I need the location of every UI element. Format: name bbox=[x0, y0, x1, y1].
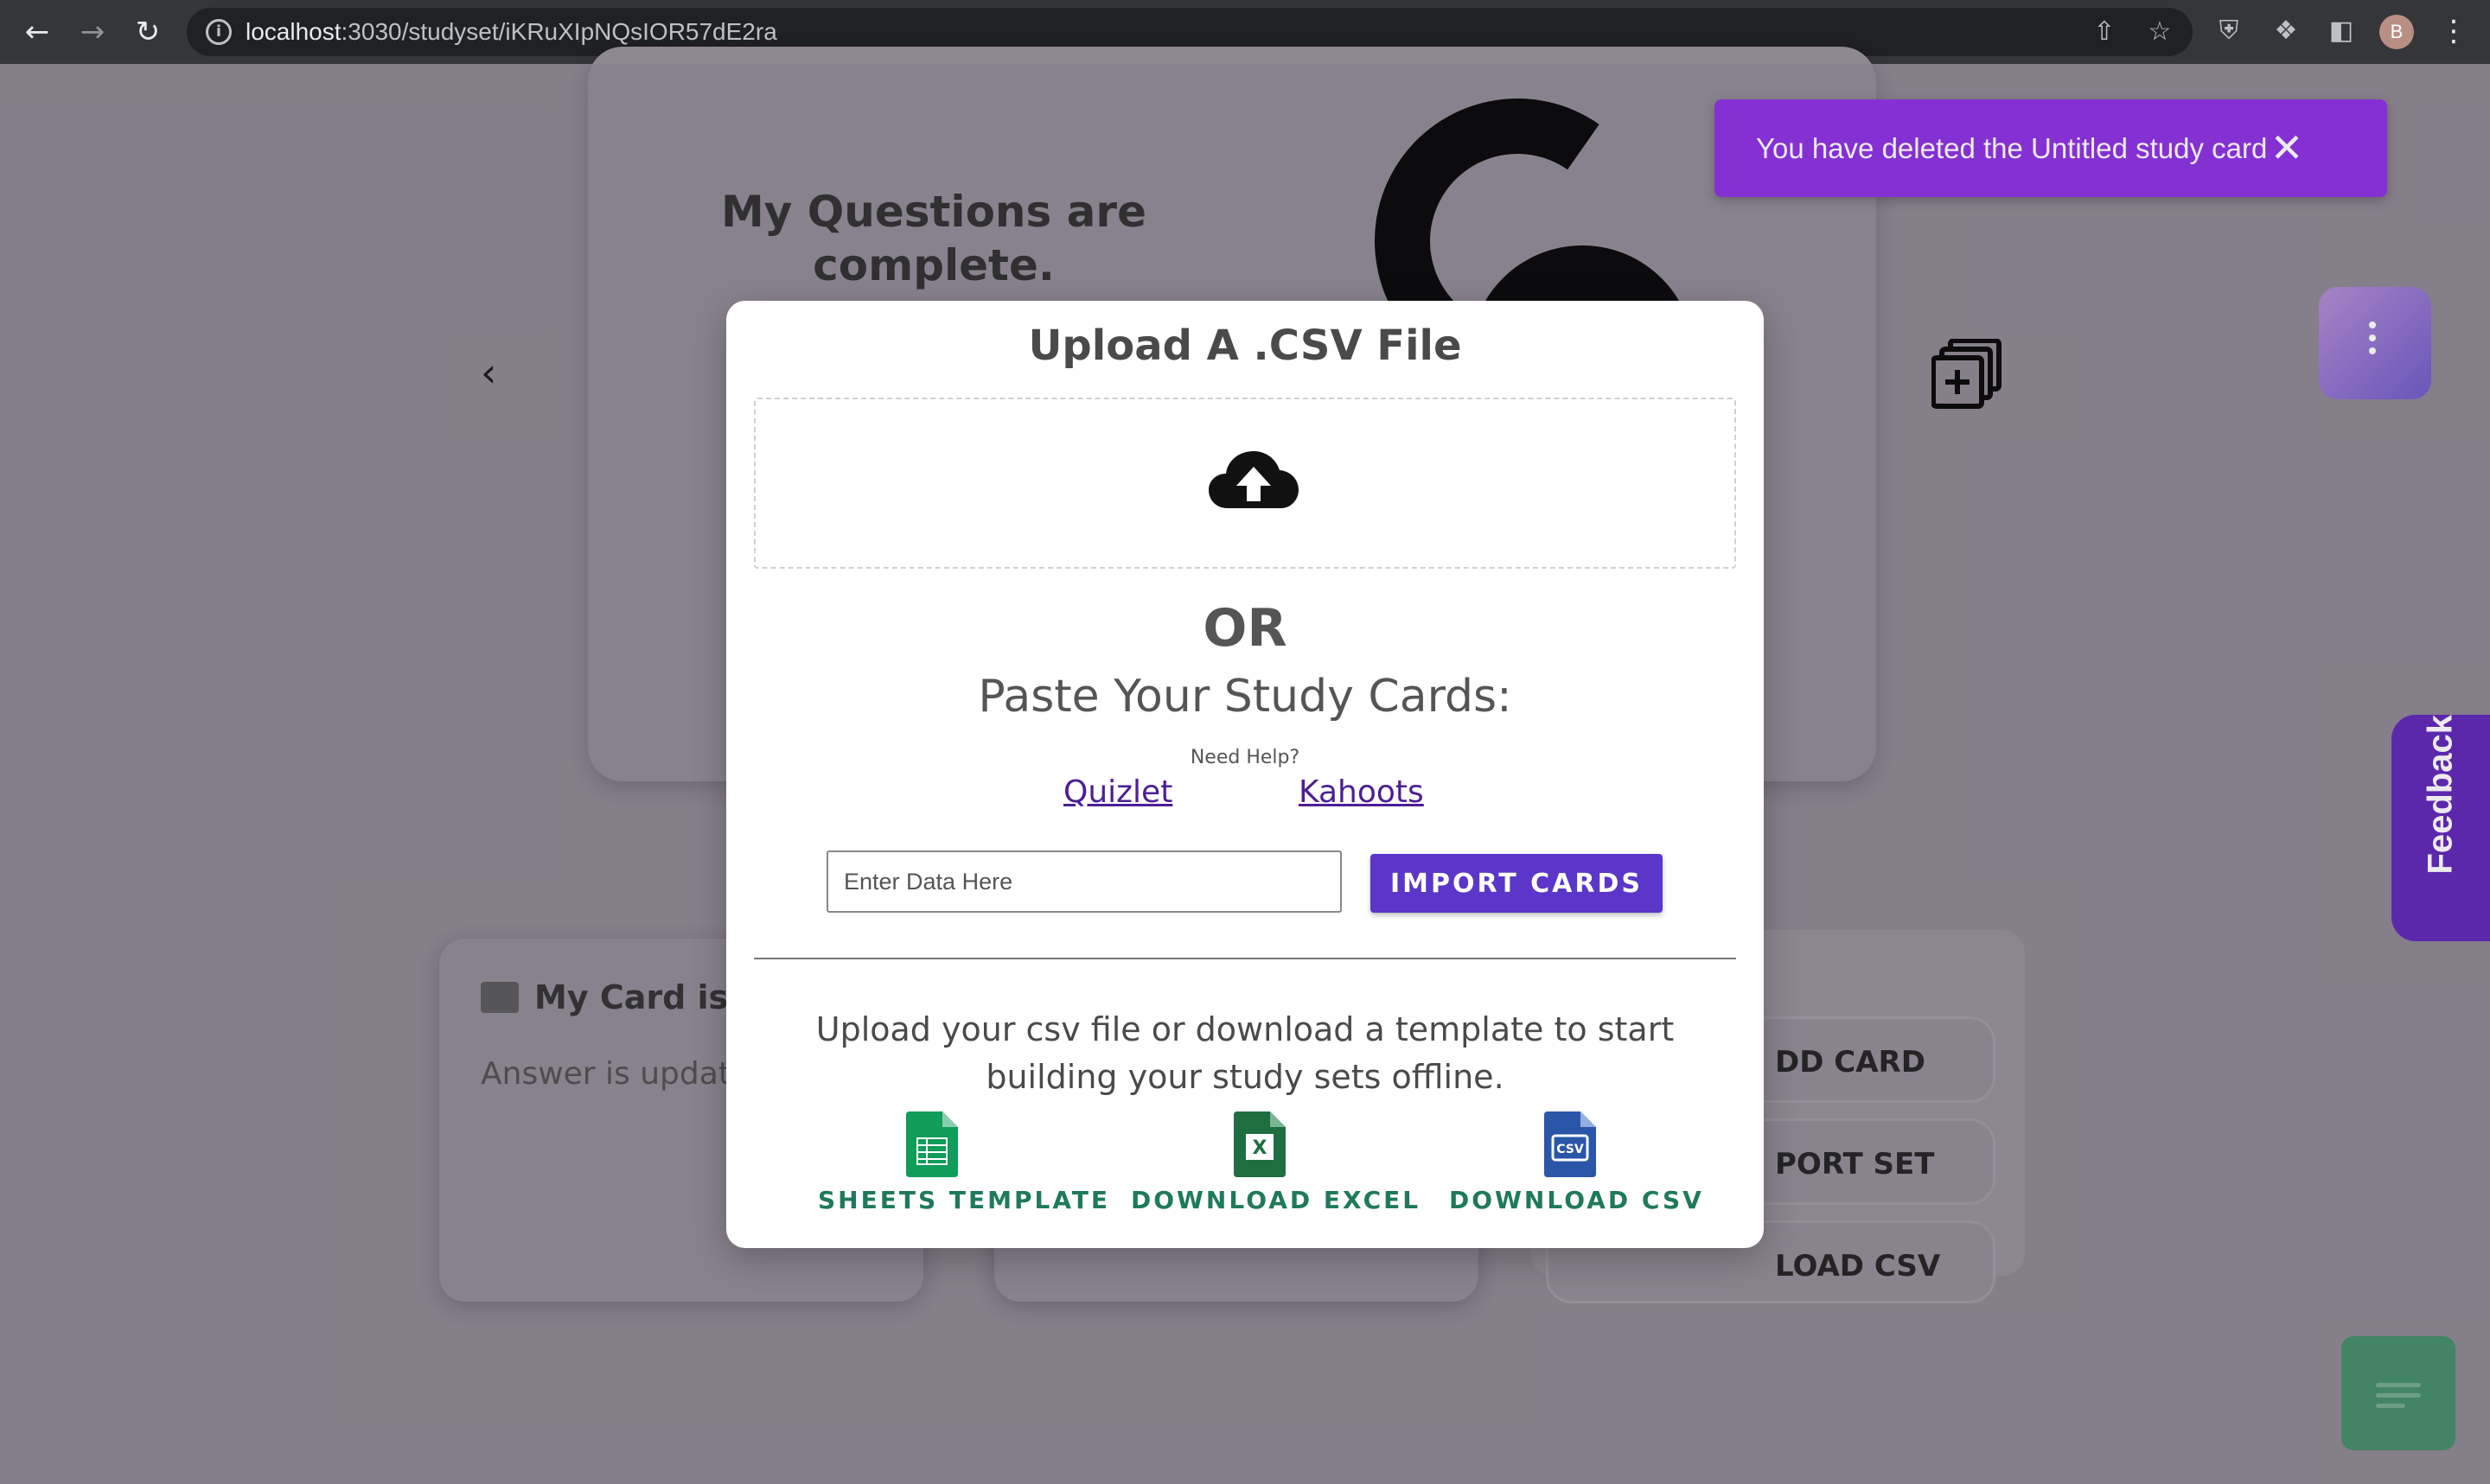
csv-file-icon: CSV bbox=[1544, 1111, 1596, 1177]
svg-text:X: X bbox=[1253, 1137, 1267, 1159]
extensions-puzzle-icon[interactable]: ❖ bbox=[2269, 14, 2303, 48]
help-text: Need Help? bbox=[1190, 747, 1300, 768]
profile-avatar[interactable]: B bbox=[2379, 15, 2414, 49]
template-description: Upload your csv file or download a templ… bbox=[815, 1010, 1675, 1096]
excel-file-icon: X bbox=[1234, 1111, 1286, 1177]
sheets-template-download[interactable]: SHEETS TEMPLATE bbox=[818, 1111, 1111, 1214]
section-divider bbox=[754, 958, 1736, 959]
upload-csv-modal: Upload A .CSV File OR Paste Your Study C… bbox=[726, 301, 1764, 1248]
quizlet-help-link[interactable]: Quizlet bbox=[1063, 774, 1172, 810]
download-excel-label: DOWNLOAD EXCEL bbox=[1131, 1186, 1421, 1214]
browser-menu-icon[interactable]: ⋮ bbox=[2436, 14, 2471, 48]
modal-title: Upload A .CSV File bbox=[1028, 322, 1462, 370]
file-dropzone[interactable] bbox=[754, 398, 1736, 569]
download-excel-button[interactable]: X DOWNLOAD EXCEL bbox=[1131, 1111, 1421, 1214]
sheets-template-label: SHEETS TEMPLATE bbox=[818, 1186, 1111, 1214]
back-icon[interactable]: ← bbox=[17, 12, 57, 52]
side-panel-icon[interactable]: ◧ bbox=[2324, 14, 2359, 48]
cloud-upload-icon bbox=[1209, 451, 1299, 508]
forward-icon[interactable]: → bbox=[73, 12, 112, 52]
svg-text:CSV: CSV bbox=[1556, 1143, 1584, 1156]
share-icon[interactable]: ⇧ bbox=[2089, 16, 2120, 48]
paste-heading: Paste Your Study Cards: bbox=[978, 671, 1512, 723]
kahoots-help-link[interactable]: Kahoots bbox=[1299, 774, 1424, 810]
download-csv-button[interactable]: CSV DOWNLOAD CSV bbox=[1449, 1111, 1704, 1214]
reload-icon[interactable]: ↻ bbox=[128, 12, 168, 52]
import-cards-button[interactable]: IMPORT CARDS bbox=[1370, 854, 1663, 913]
site-info-icon[interactable]: i bbox=[206, 19, 232, 45]
download-csv-label: DOWNLOAD CSV bbox=[1449, 1186, 1704, 1214]
google-sheets-icon bbox=[906, 1111, 958, 1177]
or-divider-text: OR bbox=[1203, 598, 1287, 659]
paste-data-input[interactable] bbox=[827, 850, 1342, 913]
extension-shield-icon[interactable]: ⛨ bbox=[2212, 14, 2246, 48]
bookmark-star-icon[interactable]: ☆ bbox=[2144, 16, 2175, 48]
